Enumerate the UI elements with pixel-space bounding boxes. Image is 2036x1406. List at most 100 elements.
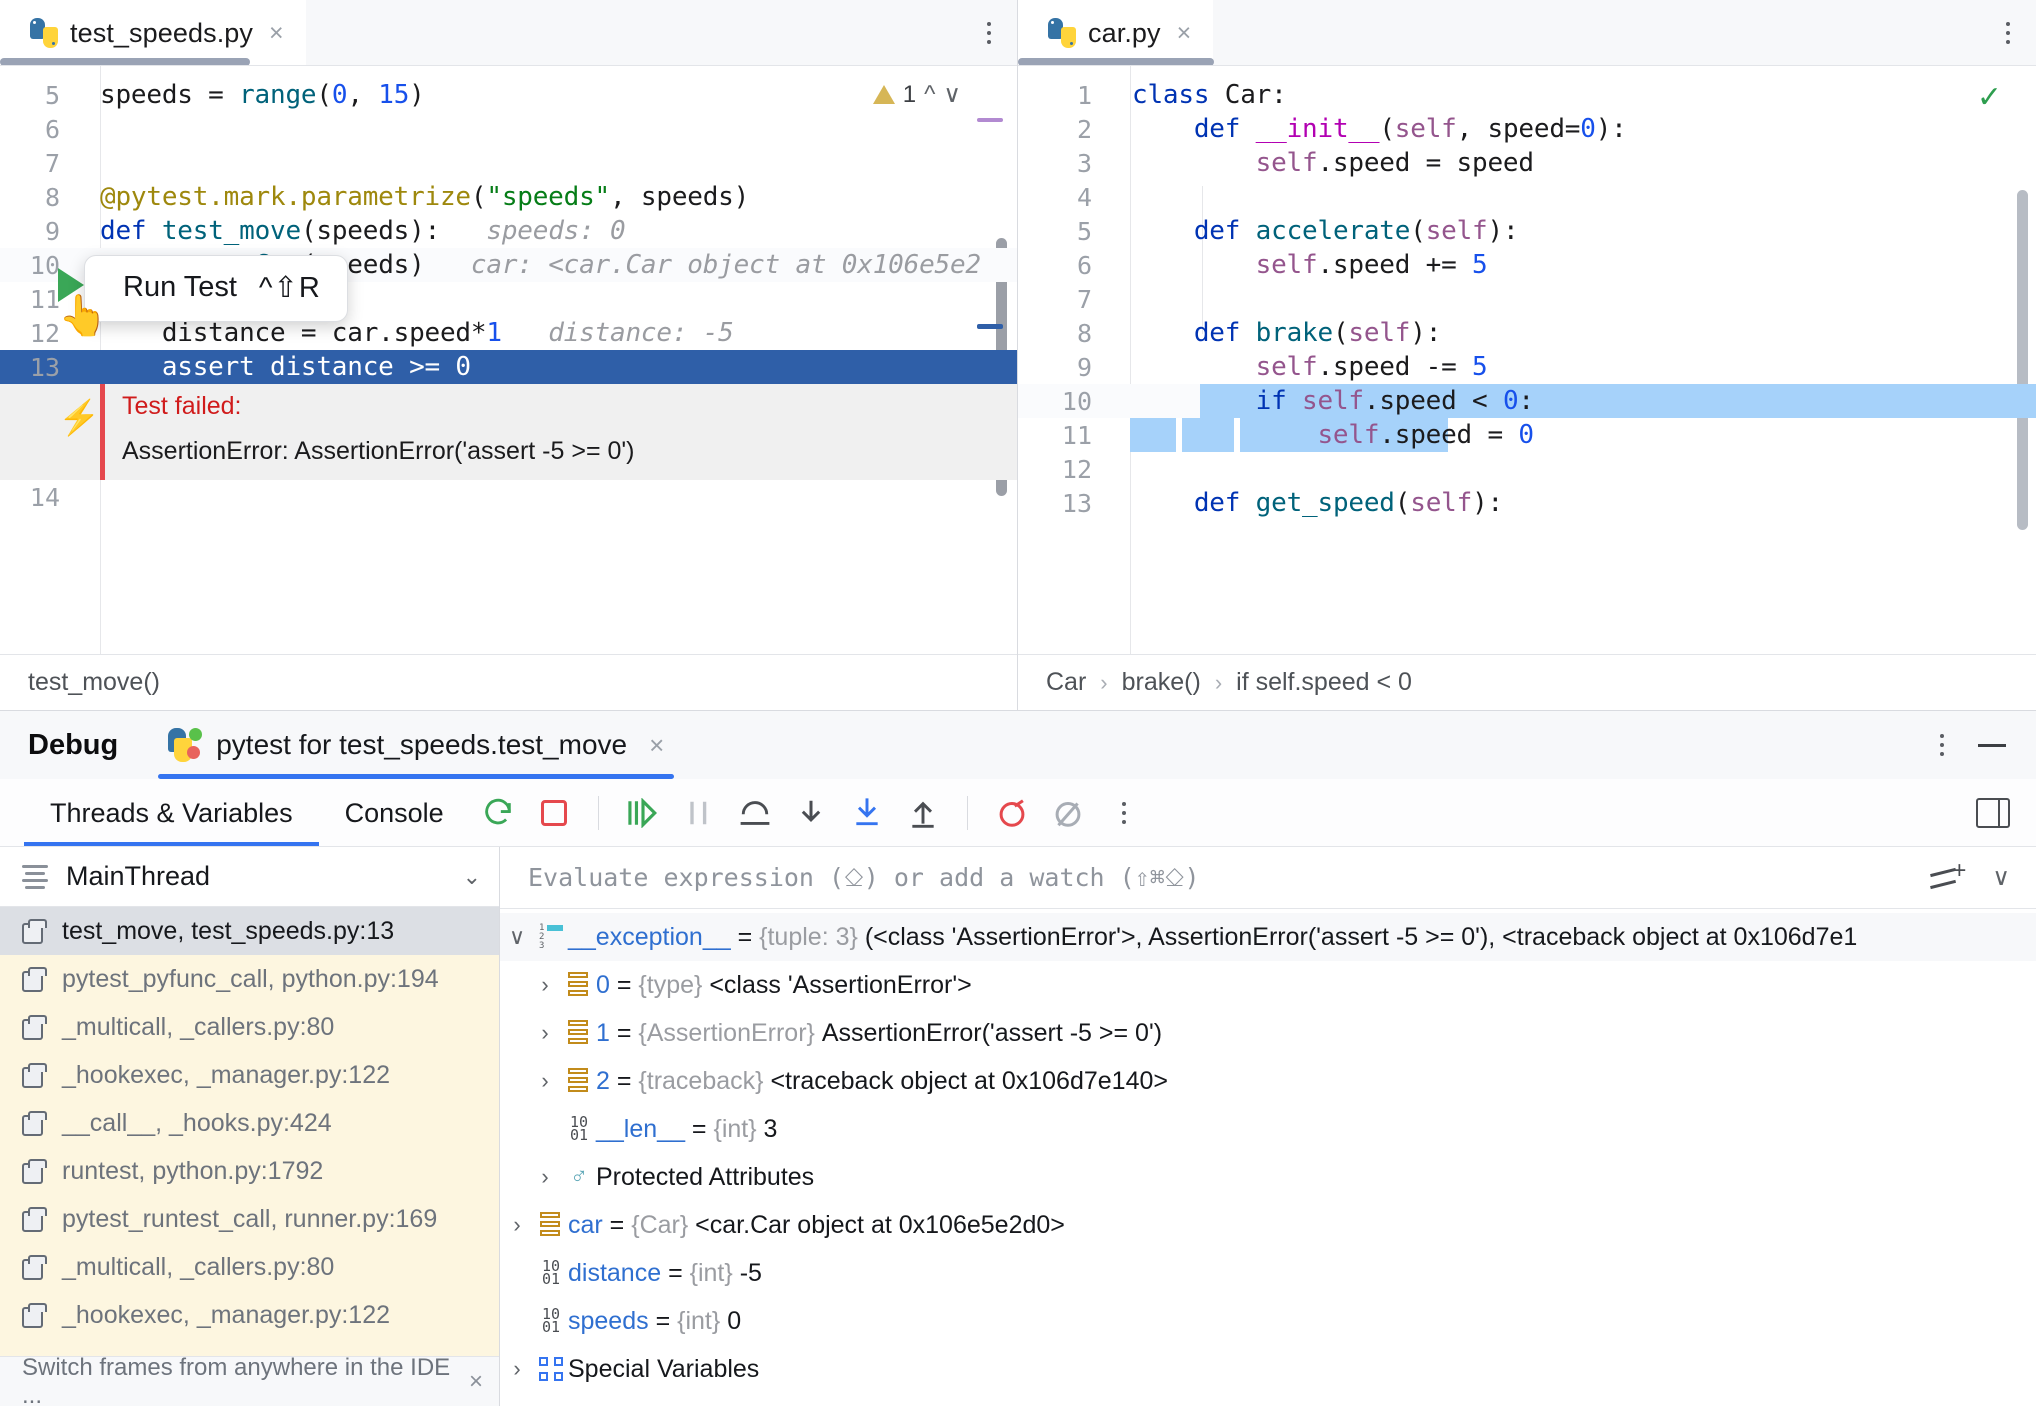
variable-row[interactable]: › 0 = {type} <class 'AssertionError'> — [500, 961, 2036, 1009]
variable-row-speeds[interactable]: 10 01 speeds = {int} 0 — [500, 1297, 2036, 1345]
rerun-debug-icon[interactable] — [470, 785, 526, 841]
variables-tree[interactable]: ∨ 123 __exception__ = {tuple: 3} (<class… — [500, 909, 2036, 1406]
thread-name: MainThread — [66, 861, 211, 891]
mute-breakpoints-icon[interactable] — [1040, 785, 1096, 841]
more-options-icon[interactable] — [1096, 785, 1152, 841]
line-text: def brake(self): — [1193, 318, 1442, 348]
code-line: 12 — [1018, 452, 2036, 486]
chevron-down-icon[interactable]: ⌄ — [463, 864, 481, 890]
breadcrumb-right: Car › brake() › if self.speed < 0 — [1018, 654, 2036, 710]
variable-value: <traceback object at 0x106d7e140> — [770, 1066, 1168, 1095]
force-step-into-icon[interactable] — [839, 785, 895, 841]
line-text: self.speed -= 5 — [1255, 352, 1488, 382]
variable-value: (<class 'AssertionError'>, AssertionErro… — [864, 922, 1858, 951]
debug-title: Debug — [28, 728, 119, 761]
variable-type: {int} — [677, 1306, 721, 1335]
variable-value: AssertionError('assert -5 >= 0') — [821, 1018, 1163, 1047]
code-area-left[interactable]: 1 ^ ∨ 5 speeds = range(0, 15) 6 7 8 @pyt… — [0, 66, 1017, 654]
frame-icon — [22, 1111, 47, 1136]
tab-threads-variables[interactable]: Threads & Variables — [24, 779, 319, 847]
breadcrumb-item-brake[interactable]: brake() — [1122, 668, 1201, 697]
divider — [0, 846, 2036, 847]
frames-hint-banner: Switch frames from anywhere in the IDE .… — [0, 1353, 499, 1406]
variable-row[interactable]: › 2 = {traceback} <traceback object at 0… — [500, 1057, 2036, 1105]
error-bar — [100, 384, 105, 480]
breadcrumb-item[interactable]: test_move() — [28, 668, 160, 697]
variable-row[interactable]: 10 01 __len__ = {int} 3 — [500, 1105, 2036, 1153]
code-line: 6 — [0, 112, 1017, 146]
frames-list[interactable]: test_move, test_speeds.py:13 pytest_pyfu… — [0, 907, 499, 1356]
more-options-icon[interactable] — [1940, 734, 1944, 756]
tab-console[interactable]: Console — [319, 779, 470, 847]
expand-twisty-icon[interactable]: › — [500, 972, 562, 998]
minimize-icon[interactable] — [1978, 743, 2006, 747]
close-icon[interactable]: × — [469, 1368, 483, 1396]
debug-body: MainThread ⌄ test_move, test_speeds.py:1… — [0, 847, 2036, 1406]
add-watch-icon[interactable]: + — [1930, 858, 1966, 893]
variables-actions: + ∨ — [1930, 858, 2036, 893]
close-icon[interactable]: × — [1177, 20, 1192, 46]
mouse-cursor-icon: 👆 — [58, 294, 108, 338]
code-area-right[interactable]: ✓ 1 class Car: 2 def __init__(self, spee… — [1018, 66, 2036, 654]
close-icon[interactable]: × — [269, 20, 284, 46]
variable-name: speeds — [568, 1306, 649, 1335]
line-number: 1 — [1076, 80, 1092, 110]
step-into-icon[interactable] — [783, 785, 839, 841]
variable-name: 1 — [596, 1018, 610, 1047]
thread-selector[interactable]: MainThread ⌄ — [0, 847, 499, 907]
variable-row[interactable]: › 1 = {AssertionError} AssertionError('a… — [500, 1009, 2036, 1057]
pytest-icon — [168, 728, 203, 762]
run-configuration-tab[interactable]: pytest for test_speeds.test_move × — [158, 711, 675, 779]
line-text: self.speed = 0 — [1317, 420, 1534, 450]
expand-twisty-icon[interactable]: › — [500, 1020, 562, 1046]
expand-twisty-icon[interactable]: › — [500, 1164, 562, 1190]
tooltip-shortcut: ^⇧R — [258, 272, 321, 304]
variable-row-car[interactable]: › car = {Car} <car.Car object at 0x106e5… — [500, 1201, 2036, 1249]
variable-type: {Car} — [631, 1210, 689, 1239]
expand-twisty-icon[interactable]: › — [500, 1068, 562, 1094]
close-icon[interactable]: × — [649, 730, 664, 761]
expand-twisty-icon[interactable]: › — [500, 1212, 534, 1238]
expand-twisty-icon[interactable]: › — [500, 1356, 534, 1382]
view-breakpoints-icon[interactable] — [984, 785, 1040, 841]
more-options-icon[interactable] — [2006, 22, 2010, 44]
debug-toolbar: Threads & Variables Console — [0, 779, 2036, 847]
tab-test-speeds-py[interactable]: test_speeds.py × — [0, 0, 306, 66]
frame-row[interactable]: _hookexec, _manager.py:122 — [0, 1291, 499, 1339]
test-failure-block: ⚡ Test failed: AssertionError: Assertion… — [0, 384, 1017, 480]
step-over-icon[interactable] — [727, 785, 783, 841]
pause-icon[interactable] — [671, 785, 727, 841]
variable-row-protected-attributes[interactable]: › ♂ Protected Attributes — [500, 1153, 2036, 1201]
frame-icon — [22, 1207, 47, 1232]
frame-row[interactable]: pytest_pyfunc_call, python.py:194 — [0, 955, 499, 1003]
variable-value: 3 — [763, 1114, 778, 1143]
line-number: 4 — [1076, 182, 1092, 212]
tab-car-py[interactable]: car.py × — [1018, 0, 1214, 66]
chevron-down-icon[interactable]: ∨ — [1992, 863, 2010, 892]
frame-row[interactable]: test_move, test_speeds.py:13 — [0, 907, 499, 955]
resume-icon[interactable] — [615, 785, 671, 841]
more-options-icon[interactable] — [987, 22, 991, 44]
frame-row[interactable]: pytest_runtest_call, runner.py:169 — [0, 1195, 499, 1243]
evaluate-expression-row[interactable]: Evaluate expression (⎐) or add a watch (… — [500, 847, 2036, 909]
hint-text: Switch frames from anywhere in the IDE .… — [22, 1353, 451, 1406]
object-icon — [562, 1068, 596, 1094]
frame-label: _hookexec, _manager.py:122 — [62, 1060, 391, 1089]
layout-settings-icon[interactable] — [1976, 798, 2010, 828]
frame-row[interactable]: _hookexec, _manager.py:122 — [0, 1051, 499, 1099]
int-icon: 10 01 — [541, 1257, 561, 1288]
frame-row[interactable]: runtest, python.py:1792 — [0, 1147, 499, 1195]
variable-row-distance[interactable]: 10 01 distance = {int} -5 — [500, 1249, 2036, 1297]
breadcrumb-item-car[interactable]: Car — [1046, 668, 1086, 697]
variable-row-special-variables[interactable]: › Special Variables — [500, 1345, 2036, 1393]
frame-row[interactable]: __call__, _hooks.py:424 — [0, 1099, 499, 1147]
variable-row-exception[interactable]: ∨ 123 __exception__ = {tuple: 3} (<class… — [500, 913, 2036, 961]
variable-type: {AssertionError} — [638, 1018, 815, 1047]
frame-row[interactable]: _multicall, _callers.py:80 — [0, 1243, 499, 1291]
stop-icon[interactable] — [526, 785, 582, 841]
line-number: 14 — [29, 482, 60, 512]
expand-twisty-icon[interactable]: ∨ — [500, 924, 534, 950]
frame-row[interactable]: _multicall, _callers.py:80 — [0, 1003, 499, 1051]
step-out-icon[interactable] — [895, 785, 951, 841]
breadcrumb-item-if[interactable]: if self.speed < 0 — [1236, 668, 1412, 697]
